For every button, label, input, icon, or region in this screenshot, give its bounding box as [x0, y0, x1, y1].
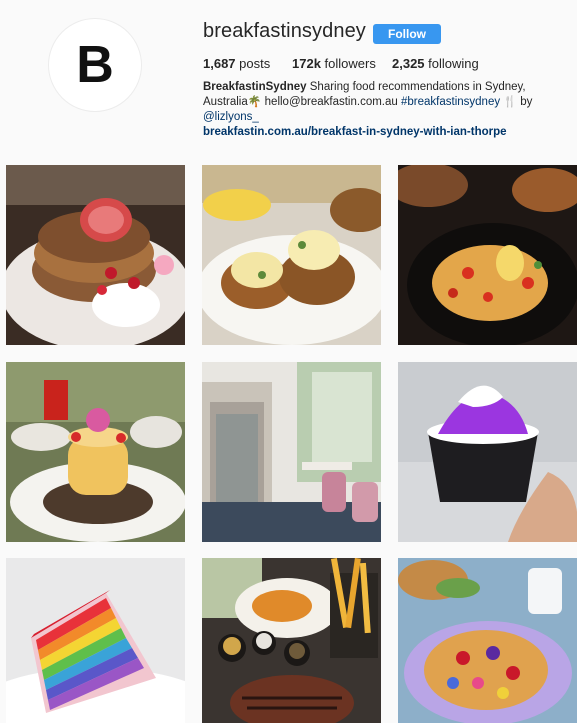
bio-line2-start: Australia: [203, 96, 248, 108]
post-tile-french-toast[interactable]: [398, 165, 577, 345]
rainbow-crepe-cake-image: [6, 558, 185, 723]
post-tile-purple-ice-cream[interactable]: [398, 362, 577, 542]
following-stat[interactable]: 2,325 following: [392, 56, 479, 71]
followers-label: followers: [324, 56, 376, 71]
bio-by: by: [520, 96, 533, 108]
following-count: 2,325: [392, 56, 425, 71]
posts-count: 1,687: [203, 56, 236, 71]
bio-hashtag-link[interactable]: #breakfastinsydney: [401, 96, 500, 108]
waffle-berries-image: [398, 558, 577, 723]
bio-email: hello@breakfastin.com.au: [264, 96, 398, 108]
french-toast-image: [398, 165, 577, 345]
palm-tree-icon: 🌴: [247, 96, 262, 108]
bio-line1: Sharing food recommendations in Sydney,: [309, 81, 526, 93]
cafe-interior-image: [202, 362, 381, 542]
bio-website-link[interactable]: breakfastin.com.au/breakfast-in-sydney-w…: [203, 125, 553, 140]
profile-avatar[interactable]: B: [48, 18, 142, 112]
souffle-pancakes-image: [6, 362, 185, 542]
bio-mention-link[interactable]: @lizlyons_: [203, 111, 259, 123]
post-tile-rainbow-crepe-cake[interactable]: [6, 558, 185, 723]
post-tile-souffle-pancakes[interactable]: [6, 362, 185, 542]
avatar-letter: B: [76, 36, 114, 94]
posts-stat[interactable]: 1,687 posts: [203, 56, 270, 71]
bio-name: BreakfastinSydney: [203, 81, 307, 93]
follow-button[interactable]: Follow: [373, 24, 441, 44]
posts-label: posts: [239, 56, 271, 71]
post-tile-eggs-benedict[interactable]: [202, 165, 381, 345]
fork-knife-icon: 🍴: [503, 96, 517, 108]
followers-stat[interactable]: 172k followers: [292, 56, 376, 71]
post-tile-pancake-stack[interactable]: [6, 165, 185, 345]
pancake-stack-image: [6, 165, 185, 345]
post-tile-waffle-berries[interactable]: [398, 558, 577, 723]
followers-count: 172k: [292, 56, 321, 71]
following-label: following: [428, 56, 479, 71]
profile-username: breakfastinsydney: [203, 20, 366, 42]
post-tile-steak-platter[interactable]: [202, 558, 381, 723]
purple-ice-cream-image: [398, 362, 577, 542]
eggs-benedict-image: [202, 165, 381, 345]
steak-platter-image: [202, 558, 381, 723]
profile-bio: BreakfastinSydney Sharing food recommend…: [203, 80, 553, 140]
post-tile-cafe-interior[interactable]: [202, 362, 381, 542]
